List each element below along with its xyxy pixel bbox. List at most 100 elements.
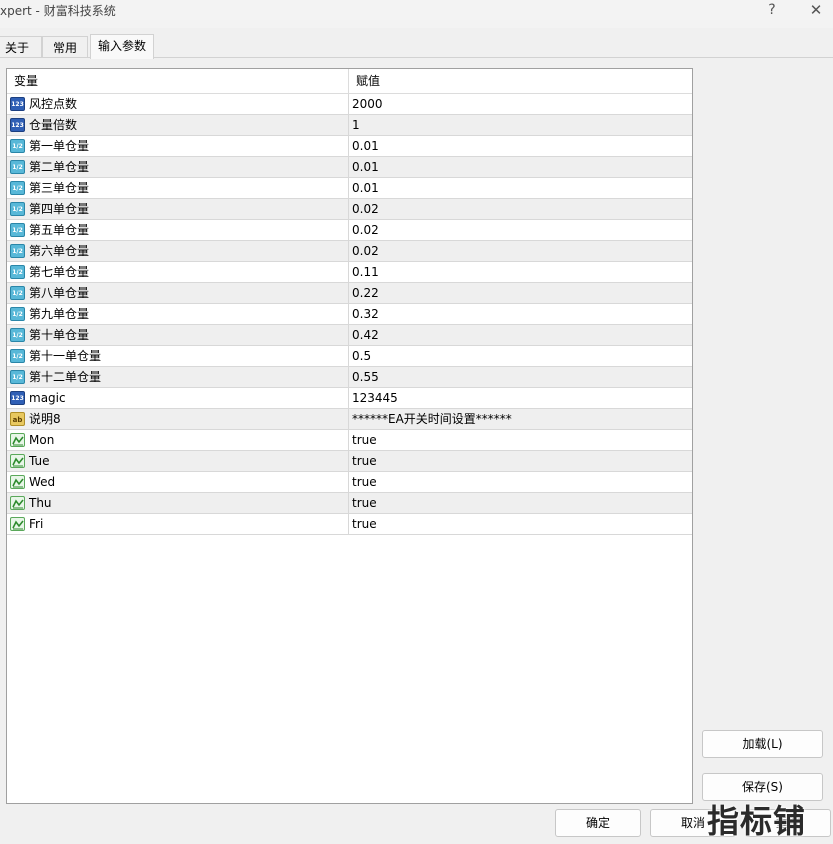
cell-divider xyxy=(348,241,349,262)
column-header-value[interactable]: 赋值 xyxy=(349,69,380,94)
parameter-value[interactable]: true xyxy=(352,451,377,471)
cell-divider xyxy=(348,472,349,493)
cell-divider xyxy=(348,367,349,388)
parameter-value[interactable]: 0.01 xyxy=(352,136,379,156)
help-button[interactable]: ? xyxy=(752,0,792,22)
bool-icon xyxy=(10,475,25,489)
cell-divider xyxy=(348,115,349,136)
parameter-name: 第五单仓量 xyxy=(29,223,90,237)
table-row[interactable]: 1/2 第二单仓量 0.01 xyxy=(7,157,692,178)
parameter-name: 仓量倍数 xyxy=(29,118,78,132)
int-icon: 123 xyxy=(10,118,25,132)
parameter-name: Fri xyxy=(29,517,44,531)
table-row[interactable]: 1/2 第七单仓量 0.11 xyxy=(7,262,692,283)
cell-divider xyxy=(348,220,349,241)
parameter-value[interactable]: 0.22 xyxy=(352,283,379,303)
table-row[interactable]: 123 风控点数 2000 xyxy=(7,94,692,115)
double-icon: 1/2 xyxy=(10,265,25,279)
parameter-value[interactable]: true xyxy=(352,472,377,492)
parameter-name: 第一单仓量 xyxy=(29,139,90,153)
table-row[interactable]: Wed true xyxy=(7,472,692,493)
table-row[interactable]: 1/2 第八单仓量 0.22 xyxy=(7,283,692,304)
cell-divider xyxy=(348,94,349,115)
cell-divider xyxy=(348,409,349,430)
double-icon: 1/2 xyxy=(10,370,25,384)
parameter-value[interactable]: 0.02 xyxy=(352,241,379,261)
cell-divider xyxy=(348,178,349,199)
cell-divider xyxy=(348,304,349,325)
cell-divider xyxy=(348,451,349,472)
parameter-name: Wed xyxy=(29,475,56,489)
table-row[interactable]: ab 说明8 ******EA开关时间设置****** xyxy=(7,409,692,430)
table-row[interactable]: 1/2 第九单仓量 0.32 xyxy=(7,304,692,325)
parameter-value[interactable]: true xyxy=(352,493,377,513)
parameter-value[interactable]: 0.02 xyxy=(352,199,379,219)
cell-divider xyxy=(348,325,349,346)
window-title: xpert - 财富科技系统 xyxy=(0,4,116,18)
table-row[interactable]: 1/2 第十单仓量 0.42 xyxy=(7,325,692,346)
int-icon: 123 xyxy=(10,391,25,405)
close-button[interactable]: ✕ xyxy=(796,0,833,22)
parameter-value[interactable]: ******EA开关时间设置****** xyxy=(352,409,512,429)
table-row[interactable]: 123 magic 123445 xyxy=(7,388,692,409)
tab-common[interactable]: 常用 xyxy=(42,36,88,58)
table-row[interactable]: 1/2 第十一单仓量 0.5 xyxy=(7,346,692,367)
table-row[interactable]: 1/2 第六单仓量 0.02 xyxy=(7,241,692,262)
parameter-name: magic xyxy=(29,391,66,405)
ok-button[interactable]: 确定 xyxy=(555,809,641,837)
double-icon: 1/2 xyxy=(10,139,25,153)
parameter-value[interactable]: 0.32 xyxy=(352,304,379,324)
cell-divider xyxy=(348,388,349,409)
parameter-value[interactable]: 123445 xyxy=(352,388,398,408)
cell-divider xyxy=(348,346,349,367)
parameter-name: 风控点数 xyxy=(29,97,78,111)
parameter-value[interactable]: 1 xyxy=(352,115,360,135)
table-row[interactable]: Tue true xyxy=(7,451,692,472)
table-row[interactable]: Thu true xyxy=(7,493,692,514)
cell-divider xyxy=(348,199,349,220)
parameter-value[interactable]: 0.42 xyxy=(352,325,379,345)
tab-about[interactable]: 关于 xyxy=(0,36,42,58)
table-row[interactable]: 1/2 第一单仓量 0.01 xyxy=(7,136,692,157)
parameter-value[interactable]: true xyxy=(352,430,377,450)
parameter-value[interactable]: 0.01 xyxy=(352,157,379,177)
cell-divider xyxy=(348,430,349,451)
bool-icon xyxy=(10,454,25,468)
parameter-value[interactable]: 0.5 xyxy=(352,346,371,366)
double-icon: 1/2 xyxy=(10,307,25,321)
parameter-value[interactable]: true xyxy=(352,514,377,534)
tab-inputs[interactable]: 输入参数 xyxy=(90,34,154,59)
load-button[interactable]: 加载(L) xyxy=(702,730,823,758)
parameter-value[interactable]: 0.02 xyxy=(352,220,379,240)
table-row[interactable]: Fri true xyxy=(7,514,692,535)
parameter-name: 说明8 xyxy=(29,412,61,426)
double-icon: 1/2 xyxy=(10,244,25,258)
parameter-value[interactable]: 2000 xyxy=(352,94,383,114)
cell-divider xyxy=(348,514,349,535)
tab-bar: 关于 常用 输入参数 xyxy=(0,34,833,59)
parameter-name: 第十二单仓量 xyxy=(29,370,102,384)
table-row[interactable]: 123 仓量倍数 1 xyxy=(7,115,692,136)
bool-icon xyxy=(10,517,25,531)
cell-divider xyxy=(348,136,349,157)
int-icon: 123 xyxy=(10,97,25,111)
parameter-name: 第二单仓量 xyxy=(29,160,90,174)
cell-divider xyxy=(348,157,349,178)
double-icon: 1/2 xyxy=(10,181,25,195)
parameter-value[interactable]: 0.01 xyxy=(352,178,379,198)
parameter-value[interactable]: 0.11 xyxy=(352,262,379,282)
parameters-grid[interactable]: 变量 赋值 123 风控点数 2000 123 仓量倍数 1 1/2 第一单仓量 0.01 1/2… xyxy=(6,68,693,804)
column-header-variable[interactable]: 变量 xyxy=(7,69,38,94)
table-row[interactable]: 1/2 第三单仓量 0.01 xyxy=(7,178,692,199)
table-row[interactable]: 1/2 第五单仓量 0.02 xyxy=(7,220,692,241)
table-row[interactable]: 1/2 第十二单仓量 0.55 xyxy=(7,367,692,388)
parameter-name: Thu xyxy=(29,496,52,510)
double-icon: 1/2 xyxy=(10,202,25,216)
watermark-logo: 指标铺 xyxy=(707,802,807,840)
parameter-name: 第三单仓量 xyxy=(29,181,90,195)
table-row[interactable]: Mon true xyxy=(7,430,692,451)
parameter-value[interactable]: 0.55 xyxy=(352,367,379,387)
bool-icon xyxy=(10,433,25,447)
table-row[interactable]: 1/2 第四单仓量 0.02 xyxy=(7,199,692,220)
parameter-name: 第十一单仓量 xyxy=(29,349,102,363)
